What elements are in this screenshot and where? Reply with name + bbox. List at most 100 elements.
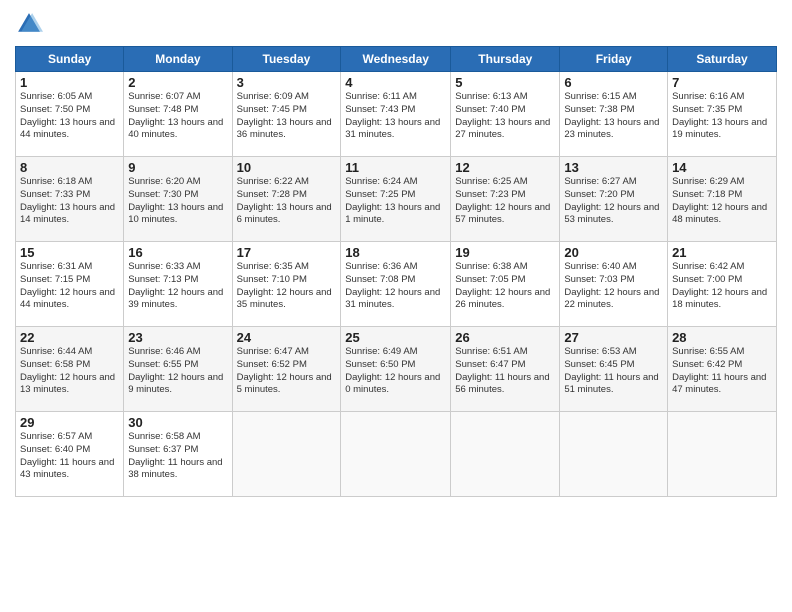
calendar-cell: 27 Sunrise: 6:53 AMSunset: 6:45 PMDaylig… [560, 327, 668, 412]
day-number: 6 [564, 75, 663, 90]
day-info: Sunrise: 6:09 AMSunset: 7:45 PMDaylight:… [237, 91, 337, 142]
day-number: 21 [672, 245, 772, 260]
day-info: Sunrise: 6:40 AMSunset: 7:03 PMDaylight:… [564, 261, 663, 312]
weekday-header-monday: Monday [124, 47, 232, 72]
calendar-cell: 11 Sunrise: 6:24 AMSunset: 7:25 PMDaylig… [341, 157, 451, 242]
calendar-cell: 9 Sunrise: 6:20 AMSunset: 7:30 PMDayligh… [124, 157, 232, 242]
day-number: 15 [20, 245, 119, 260]
day-info: Sunrise: 6:46 AMSunset: 6:55 PMDaylight:… [128, 346, 227, 397]
day-info: Sunrise: 6:42 AMSunset: 7:00 PMDaylight:… [672, 261, 772, 312]
day-number: 25 [345, 330, 446, 345]
calendar-cell: 28 Sunrise: 6:55 AMSunset: 6:42 PMDaylig… [668, 327, 777, 412]
day-info: Sunrise: 6:16 AMSunset: 7:35 PMDaylight:… [672, 91, 772, 142]
day-number: 3 [237, 75, 337, 90]
calendar-cell: 29 Sunrise: 6:57 AMSunset: 6:40 PMDaylig… [16, 412, 124, 497]
day-info: Sunrise: 6:25 AMSunset: 7:23 PMDaylight:… [455, 176, 555, 227]
calendar-cell: 21 Sunrise: 6:42 AMSunset: 7:00 PMDaylig… [668, 242, 777, 327]
weekday-header-saturday: Saturday [668, 47, 777, 72]
calendar-cell: 4 Sunrise: 6:11 AMSunset: 7:43 PMDayligh… [341, 72, 451, 157]
day-info: Sunrise: 6:47 AMSunset: 6:52 PMDaylight:… [237, 346, 337, 397]
day-info: Sunrise: 6:11 AMSunset: 7:43 PMDaylight:… [345, 91, 446, 142]
day-number: 17 [237, 245, 337, 260]
day-info: Sunrise: 6:49 AMSunset: 6:50 PMDaylight:… [345, 346, 446, 397]
calendar-cell: 26 Sunrise: 6:51 AMSunset: 6:47 PMDaylig… [451, 327, 560, 412]
calendar-week-1: 1 Sunrise: 6:05 AMSunset: 7:50 PMDayligh… [16, 72, 777, 157]
weekday-header-row: SundayMondayTuesdayWednesdayThursdayFrid… [16, 47, 777, 72]
day-number: 19 [455, 245, 555, 260]
day-info: Sunrise: 6:24 AMSunset: 7:25 PMDaylight:… [345, 176, 446, 227]
calendar-cell: 25 Sunrise: 6:49 AMSunset: 6:50 PMDaylig… [341, 327, 451, 412]
calendar-cell: 15 Sunrise: 6:31 AMSunset: 7:15 PMDaylig… [16, 242, 124, 327]
calendar-cell: 3 Sunrise: 6:09 AMSunset: 7:45 PMDayligh… [232, 72, 341, 157]
day-info: Sunrise: 6:05 AMSunset: 7:50 PMDaylight:… [20, 91, 119, 142]
calendar-table: SundayMondayTuesdayWednesdayThursdayFrid… [15, 46, 777, 497]
calendar-cell: 16 Sunrise: 6:33 AMSunset: 7:13 PMDaylig… [124, 242, 232, 327]
weekday-header-tuesday: Tuesday [232, 47, 341, 72]
weekday-header-thursday: Thursday [451, 47, 560, 72]
calendar-cell: 5 Sunrise: 6:13 AMSunset: 7:40 PMDayligh… [451, 72, 560, 157]
day-number: 30 [128, 415, 227, 430]
calendar-cell [341, 412, 451, 497]
day-number: 20 [564, 245, 663, 260]
day-number: 9 [128, 160, 227, 175]
day-info: Sunrise: 6:55 AMSunset: 6:42 PMDaylight:… [672, 346, 772, 397]
day-number: 11 [345, 160, 446, 175]
day-number: 22 [20, 330, 119, 345]
day-number: 16 [128, 245, 227, 260]
calendar-cell: 24 Sunrise: 6:47 AMSunset: 6:52 PMDaylig… [232, 327, 341, 412]
day-info: Sunrise: 6:27 AMSunset: 7:20 PMDaylight:… [564, 176, 663, 227]
day-number: 27 [564, 330, 663, 345]
day-info: Sunrise: 6:33 AMSunset: 7:13 PMDaylight:… [128, 261, 227, 312]
calendar-cell: 20 Sunrise: 6:40 AMSunset: 7:03 PMDaylig… [560, 242, 668, 327]
day-number: 2 [128, 75, 227, 90]
day-info: Sunrise: 6:51 AMSunset: 6:47 PMDaylight:… [455, 346, 555, 397]
calendar-cell: 13 Sunrise: 6:27 AMSunset: 7:20 PMDaylig… [560, 157, 668, 242]
day-info: Sunrise: 6:58 AMSunset: 6:37 PMDaylight:… [128, 431, 227, 482]
calendar-cell: 12 Sunrise: 6:25 AMSunset: 7:23 PMDaylig… [451, 157, 560, 242]
day-number: 14 [672, 160, 772, 175]
day-number: 12 [455, 160, 555, 175]
day-info: Sunrise: 6:36 AMSunset: 7:08 PMDaylight:… [345, 261, 446, 312]
day-number: 4 [345, 75, 446, 90]
calendar-cell: 19 Sunrise: 6:38 AMSunset: 7:05 PMDaylig… [451, 242, 560, 327]
calendar-cell [451, 412, 560, 497]
calendar-week-4: 22 Sunrise: 6:44 AMSunset: 6:58 PMDaylig… [16, 327, 777, 412]
calendar-cell: 22 Sunrise: 6:44 AMSunset: 6:58 PMDaylig… [16, 327, 124, 412]
calendar-cell: 30 Sunrise: 6:58 AMSunset: 6:37 PMDaylig… [124, 412, 232, 497]
calendar-cell: 17 Sunrise: 6:35 AMSunset: 7:10 PMDaylig… [232, 242, 341, 327]
day-info: Sunrise: 6:31 AMSunset: 7:15 PMDaylight:… [20, 261, 119, 312]
calendar-cell: 6 Sunrise: 6:15 AMSunset: 7:38 PMDayligh… [560, 72, 668, 157]
calendar-cell [668, 412, 777, 497]
calendar-header: SundayMondayTuesdayWednesdayThursdayFrid… [16, 47, 777, 72]
day-info: Sunrise: 6:57 AMSunset: 6:40 PMDaylight:… [20, 431, 119, 482]
calendar-cell: 14 Sunrise: 6:29 AMSunset: 7:18 PMDaylig… [668, 157, 777, 242]
calendar-week-5: 29 Sunrise: 6:57 AMSunset: 6:40 PMDaylig… [16, 412, 777, 497]
calendar-cell: 18 Sunrise: 6:36 AMSunset: 7:08 PMDaylig… [341, 242, 451, 327]
day-info: Sunrise: 6:38 AMSunset: 7:05 PMDaylight:… [455, 261, 555, 312]
day-info: Sunrise: 6:44 AMSunset: 6:58 PMDaylight:… [20, 346, 119, 397]
logo [15, 10, 47, 38]
day-number: 8 [20, 160, 119, 175]
logo-icon [15, 10, 43, 38]
page-container: SundayMondayTuesdayWednesdayThursdayFrid… [0, 0, 792, 507]
day-info: Sunrise: 6:35 AMSunset: 7:10 PMDaylight:… [237, 261, 337, 312]
day-number: 7 [672, 75, 772, 90]
day-number: 5 [455, 75, 555, 90]
day-info: Sunrise: 6:13 AMSunset: 7:40 PMDaylight:… [455, 91, 555, 142]
day-number: 24 [237, 330, 337, 345]
header [15, 10, 777, 38]
calendar-week-3: 15 Sunrise: 6:31 AMSunset: 7:15 PMDaylig… [16, 242, 777, 327]
day-info: Sunrise: 6:53 AMSunset: 6:45 PMDaylight:… [564, 346, 663, 397]
day-number: 26 [455, 330, 555, 345]
weekday-header-wednesday: Wednesday [341, 47, 451, 72]
day-info: Sunrise: 6:18 AMSunset: 7:33 PMDaylight:… [20, 176, 119, 227]
day-number: 23 [128, 330, 227, 345]
day-number: 1 [20, 75, 119, 90]
weekday-header-sunday: Sunday [16, 47, 124, 72]
calendar-body: 1 Sunrise: 6:05 AMSunset: 7:50 PMDayligh… [16, 72, 777, 497]
calendar-cell: 8 Sunrise: 6:18 AMSunset: 7:33 PMDayligh… [16, 157, 124, 242]
weekday-header-friday: Friday [560, 47, 668, 72]
calendar-week-2: 8 Sunrise: 6:18 AMSunset: 7:33 PMDayligh… [16, 157, 777, 242]
calendar-cell: 2 Sunrise: 6:07 AMSunset: 7:48 PMDayligh… [124, 72, 232, 157]
calendar-cell [560, 412, 668, 497]
